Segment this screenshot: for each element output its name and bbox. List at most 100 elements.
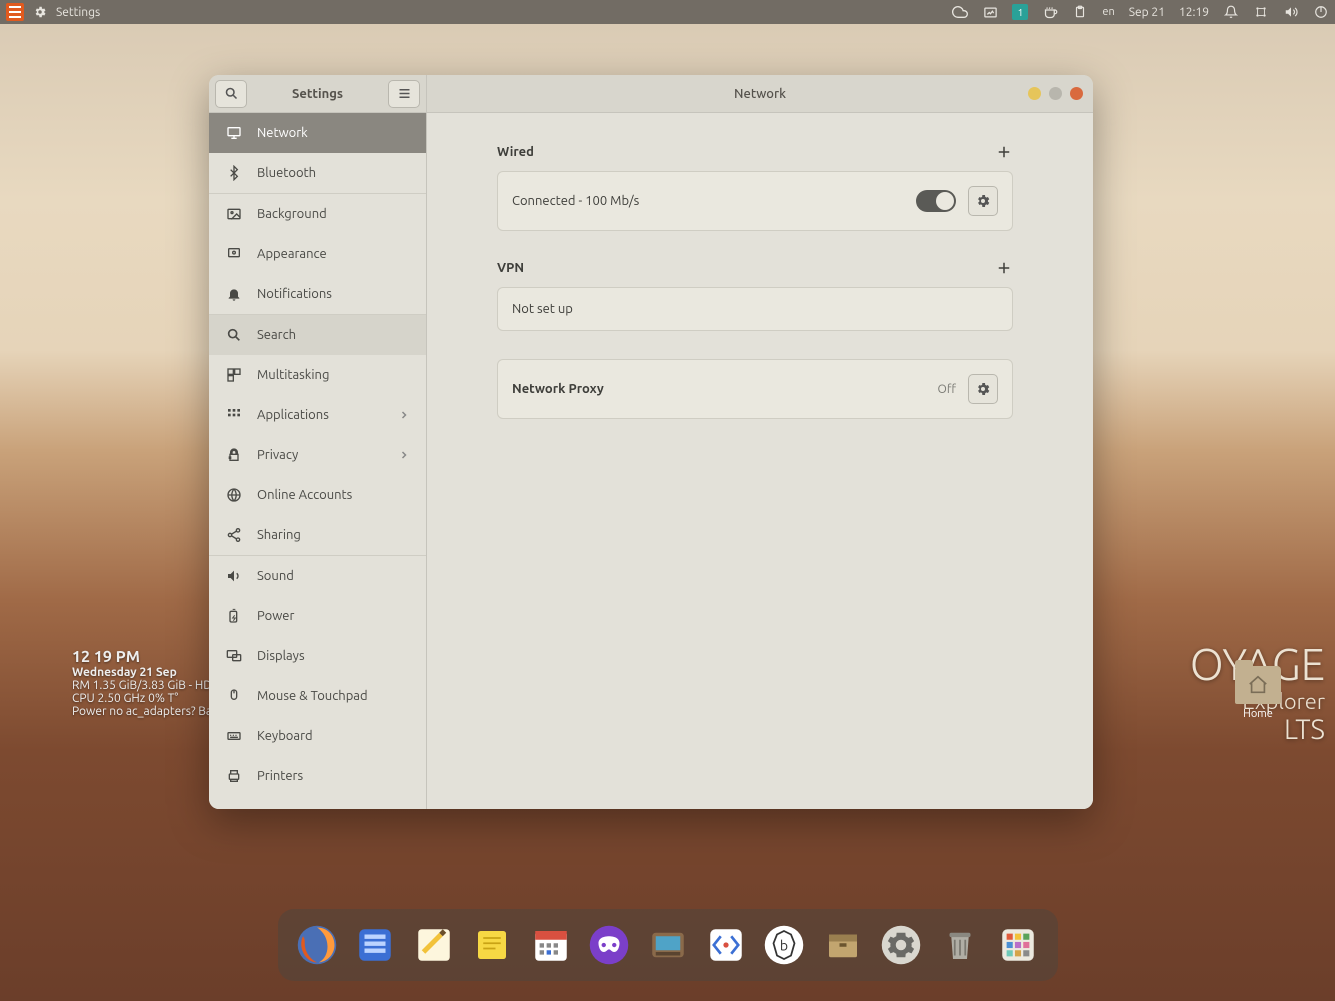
sidebar-item-label: Online Accounts (257, 488, 352, 502)
topbar-date[interactable]: Sep 21 (1129, 6, 1165, 19)
dock-video[interactable] (642, 919, 692, 971)
keyboard-icon (225, 728, 243, 744)
sidebar-item-label: Sharing (257, 528, 301, 542)
window-maximize-button[interactable] (1049, 87, 1062, 100)
dock-apps-grid[interactable] (993, 919, 1043, 971)
chevron-right-icon (398, 409, 410, 421)
proxy-card: Network Proxy Off (497, 359, 1013, 419)
bell-icon (225, 286, 243, 302)
proxy-settings-button[interactable] (968, 374, 998, 404)
settings-content: Wired Connected - 100 Mb/s VPN (427, 113, 1093, 809)
sidebar-item-bluetooth[interactable]: Bluetooth (209, 153, 426, 193)
dock-browser-private[interactable] (584, 919, 634, 971)
background-icon (225, 206, 243, 222)
topbar-time[interactable]: 12:19 (1179, 6, 1209, 19)
window-close-button[interactable] (1070, 87, 1083, 100)
dock-settings[interactable] (876, 919, 926, 971)
sidebar-search-button[interactable] (215, 80, 247, 108)
wired-connection-card: Connected - 100 Mb/s (497, 171, 1013, 231)
hamburger-menu-button[interactable] (388, 80, 420, 108)
dock-firefox[interactable] (291, 919, 341, 971)
add-wired-button[interactable] (995, 143, 1013, 161)
vpn-card: Not set up (497, 287, 1013, 331)
sidebar-item-sharing[interactable]: Sharing (209, 515, 426, 555)
chevron-right-icon (398, 449, 410, 461)
sidebar-item-label: Notifications (257, 287, 332, 301)
launcher-icon[interactable] (6, 3, 24, 21)
share-icon (225, 527, 243, 543)
settings-sidebar: Network Bluetooth Background Appearance Noti… (209, 113, 427, 809)
vpn-section-label: VPN (497, 261, 524, 275)
sidebar-item-label: Bluetooth (257, 166, 316, 180)
workspace-indicator[interactable]: 1 (1012, 4, 1028, 20)
display-icon (225, 125, 243, 141)
sidebar-item-network[interactable]: Network (209, 113, 426, 153)
sidebar-item-label: Printers (257, 769, 303, 783)
clipboard-icon[interactable] (1072, 4, 1088, 20)
wired-settings-button[interactable] (968, 186, 998, 216)
dock-software[interactable] (701, 919, 751, 971)
sidebar-item-label: Sound (257, 569, 294, 583)
weather-icon[interactable] (952, 4, 968, 20)
sidebar-item-power[interactable]: Power (209, 596, 426, 636)
sidebar-item-mouse-touchpad[interactable]: Mouse & Touchpad (209, 676, 426, 716)
volume-icon[interactable] (1283, 4, 1299, 20)
dock: b (278, 909, 1058, 981)
apps-icon (225, 407, 243, 423)
dock-brave[interactable]: b (759, 919, 809, 971)
cloud-icon (225, 487, 243, 503)
sidebar-item-appearance[interactable]: Appearance (209, 234, 426, 274)
appearance-icon (225, 246, 243, 262)
sidebar-item-keyboard[interactable]: Keyboard (209, 716, 426, 756)
wired-toggle[interactable] (916, 190, 956, 212)
sidebar-item-label: Appearance (257, 247, 327, 261)
wired-status-label: Connected - 100 Mb/s (512, 194, 904, 208)
keyboard-layout-indicator[interactable]: en (1102, 6, 1114, 18)
dock-archive[interactable] (818, 919, 868, 971)
dock-text-editor[interactable] (408, 919, 458, 971)
sidebar-item-label: Privacy (257, 448, 298, 462)
sidebar-item-label: Mouse & Touchpad (257, 689, 368, 703)
dock-calendar[interactable] (525, 919, 575, 971)
proxy-label: Network Proxy (512, 382, 926, 396)
sidebar-item-displays[interactable]: Displays (209, 636, 426, 676)
caffeine-icon[interactable] (1042, 4, 1058, 20)
window-minimize-button[interactable] (1028, 87, 1041, 100)
sidebar-item-applications[interactable]: Applications (209, 395, 426, 435)
power-icon (225, 608, 243, 624)
sidebar-item-background[interactable]: Background (209, 194, 426, 234)
settings-window: Settings Network Network Bluetooth Backgro… (209, 75, 1093, 809)
desktop-home-folder[interactable]: Home (1235, 666, 1281, 720)
power-icon[interactable] (1313, 4, 1329, 20)
desktop-clock-widget: 12 19 PM Wednesday 21 Sep RM 1.35 GiB/3.… (72, 648, 217, 718)
sidebar-item-label: Power (257, 609, 294, 623)
sidebar-item-label: Network (257, 126, 308, 140)
screenshot-icon[interactable] (982, 4, 998, 20)
sidebar-item-label: Background (257, 207, 327, 221)
dock-trash[interactable] (935, 919, 985, 971)
notification-bell-icon[interactable] (1223, 4, 1239, 20)
sidebar-item-label: Displays (257, 649, 305, 663)
sidebar-item-notifications[interactable]: Notifications (209, 274, 426, 314)
add-vpn-button[interactable] (995, 259, 1013, 277)
sidebar-item-multitasking[interactable]: Multitasking (209, 355, 426, 395)
proxy-status: Off (938, 383, 956, 396)
sidebar-item-sound[interactable]: Sound (209, 556, 426, 596)
dock-notes[interactable] (467, 919, 517, 971)
wired-section-label: Wired (497, 145, 534, 159)
dock-files[interactable] (350, 919, 400, 971)
sidebar-item-privacy[interactable]: Privacy (209, 435, 426, 475)
sidebar-item-label: Multitasking (257, 368, 329, 382)
sidebar-item-online-accounts[interactable]: Online Accounts (209, 475, 426, 515)
network-status-icon[interactable] (1253, 4, 1269, 20)
sidebar-title: Settings (253, 87, 382, 101)
gear-icon[interactable] (32, 4, 48, 20)
window-titlebar: Settings Network (209, 75, 1093, 113)
sidebar-item-search[interactable]: Search (209, 315, 426, 355)
sidebar-item-printers[interactable]: Printers (209, 756, 426, 796)
topbar-app-label[interactable]: Settings (56, 6, 100, 19)
sidebar-item-label: Search (257, 328, 296, 342)
bluetooth-icon (225, 165, 243, 181)
search-icon (225, 327, 243, 343)
displays-icon (225, 648, 243, 664)
